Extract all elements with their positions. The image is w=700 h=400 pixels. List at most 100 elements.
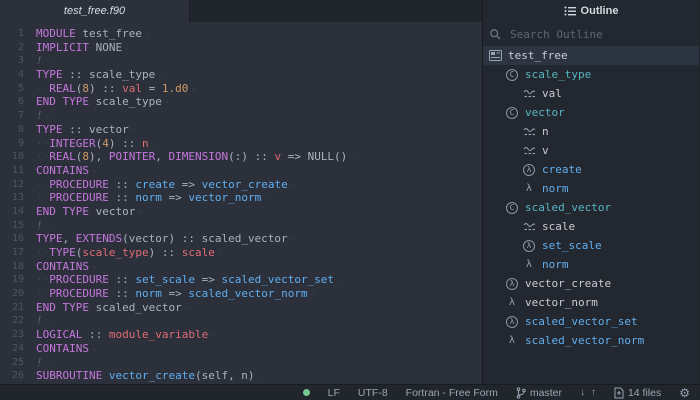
code-text: SUBROUTINE vector_create(self, n)- bbox=[24, 369, 263, 383]
line-number: 24 bbox=[0, 342, 24, 356]
code-text: CONTAINS- bbox=[24, 342, 98, 356]
code-line-4: 4TYPE :: scale_type- bbox=[0, 68, 482, 82]
token-kw: CONTAINS bbox=[36, 260, 89, 273]
line-number: 25 bbox=[0, 356, 24, 370]
token-kw: POINTER bbox=[109, 150, 155, 163]
token-pl bbox=[102, 369, 109, 382]
outline-item-vector_create[interactable]: λvector_create bbox=[483, 274, 699, 293]
code-text: END TYPE scaled_vector- bbox=[24, 301, 190, 315]
git-sync-arrows[interactable]: ↓ ↑ bbox=[580, 387, 596, 398]
outline-item-val[interactable]: val bbox=[483, 84, 699, 103]
code-text: END TYPE scale_type- bbox=[24, 95, 170, 109]
token-inv: - bbox=[91, 260, 98, 273]
token-red: n bbox=[142, 137, 149, 150]
linter-status-dot[interactable] bbox=[303, 389, 310, 396]
token-pl: => NULL() bbox=[281, 150, 347, 163]
code-line-9: 9··INTEGER(4) :: n- bbox=[0, 137, 482, 151]
outline-item-norm[interactable]: λnorm bbox=[483, 179, 699, 198]
token-pl: vector bbox=[89, 205, 135, 218]
token-lead: ·· bbox=[36, 137, 49, 150]
outline-item-label: create bbox=[542, 163, 582, 176]
token-inv: - bbox=[290, 232, 297, 245]
outline-item-create[interactable]: λcreate bbox=[483, 160, 699, 179]
code-text: TYPE :: vector- bbox=[24, 123, 137, 137]
git-branch-icon bbox=[516, 387, 526, 399]
code-text: ··REAL(8), POINTER, DIMENSION(:) :: v =>… bbox=[24, 150, 356, 164]
token-red: module_variable bbox=[109, 328, 208, 341]
outline-item-scaled_vector_set[interactable]: λscaled_vector_set bbox=[483, 312, 699, 331]
token-fn: vector_create bbox=[202, 178, 288, 191]
outline-item-test_free[interactable]: test_free bbox=[483, 46, 699, 65]
token-inv: - bbox=[144, 27, 151, 40]
outline-item-scale_type[interactable]: Cscale_type bbox=[483, 65, 699, 84]
encoding-indicator[interactable]: UTF-8 bbox=[358, 387, 388, 399]
line-number: 10 bbox=[0, 150, 24, 164]
token-inv: - bbox=[217, 246, 224, 259]
token-pl: scaled_vector bbox=[89, 301, 182, 314]
token-pl: (:) :: bbox=[228, 150, 274, 163]
arrow-down-icon: ↓ bbox=[580, 387, 585, 398]
file-count-indicator[interactable]: 14 files bbox=[614, 387, 661, 399]
line-number: 9 bbox=[0, 137, 24, 151]
token-kw: REAL bbox=[49, 82, 76, 95]
code-text: LOGICAL :: module_variable- bbox=[24, 328, 217, 342]
code-line-11: 11CONTAINS- bbox=[0, 164, 482, 178]
code-line-25: 25!- bbox=[0, 356, 482, 370]
outline-item-norm[interactable]: λnorm bbox=[483, 255, 699, 274]
token-lead: ·· bbox=[36, 178, 49, 191]
outline-item-scale[interactable]: scale bbox=[483, 217, 699, 236]
token-kw: LOGICAL bbox=[36, 328, 82, 341]
token-kw: SUBROUTINE bbox=[36, 369, 102, 382]
line-number: 20 bbox=[0, 287, 24, 301]
code-text: !- bbox=[24, 109, 51, 123]
code-line-5: 5··REAL(8) :: val = 1.d0- bbox=[0, 82, 482, 96]
token-fn: norm bbox=[135, 287, 162, 300]
token-pl: , bbox=[63, 232, 76, 245]
token-fn: scaled_vector_norm bbox=[188, 287, 307, 300]
lambda-icon: λ bbox=[522, 183, 536, 194]
line-number: 26 bbox=[0, 369, 24, 383]
code-text: IMPLICIT NONE- bbox=[24, 41, 131, 55]
token-num: 1.d0 bbox=[162, 82, 189, 95]
code-line-20: 20··PROCEDURE :: norm => scaled_vector_n… bbox=[0, 287, 482, 301]
git-branch-indicator[interactable]: master bbox=[516, 387, 562, 399]
code-text: !- bbox=[24, 356, 51, 370]
line-number: 8 bbox=[0, 123, 24, 137]
token-red: val bbox=[122, 82, 142, 95]
search-input[interactable] bbox=[510, 28, 693, 41]
token-fn: create bbox=[135, 178, 175, 191]
outline-item-n[interactable]: n bbox=[483, 122, 699, 141]
token-lead: ·· bbox=[36, 191, 49, 204]
outline-item-set_scale[interactable]: λset_scale bbox=[483, 236, 699, 255]
token-pl: :: bbox=[82, 328, 109, 341]
token-lead: ·· bbox=[36, 246, 49, 259]
outline-item-label: set_scale bbox=[542, 239, 602, 252]
token-inv: - bbox=[263, 191, 270, 204]
outline-item-v[interactable]: v bbox=[483, 141, 699, 160]
code-line-12: 12··PROCEDURE :: create => vector_create… bbox=[0, 178, 482, 192]
token-pl: :: scale_type bbox=[63, 68, 156, 81]
token-inv: - bbox=[137, 205, 144, 218]
outline-item-label: scale_type bbox=[525, 68, 591, 81]
token-fn: scaled_vector_set bbox=[221, 273, 334, 286]
line-number: 14 bbox=[0, 205, 24, 219]
code-text: !- bbox=[24, 219, 51, 233]
outline-item-scaled_vector_norm[interactable]: λscaled_vector_norm bbox=[483, 331, 699, 350]
token-pl: :: bbox=[109, 287, 136, 300]
outline-item-vector_norm[interactable]: λvector_norm bbox=[483, 293, 699, 312]
line-ending-indicator[interactable]: LF bbox=[328, 387, 340, 399]
token-inv: - bbox=[210, 328, 217, 341]
token-kw: TYPE bbox=[36, 232, 63, 245]
line-number: 19 bbox=[0, 273, 24, 287]
line-number: 22 bbox=[0, 314, 24, 328]
token-kw: END TYPE bbox=[36, 95, 89, 108]
lambda-icon: λ bbox=[505, 335, 519, 346]
tab-test-free-f90[interactable]: test_free.f90 bbox=[0, 0, 190, 22]
outline-item-vector[interactable]: Cvector bbox=[483, 103, 699, 122]
outline-item-scaled_vector[interactable]: Cscaled_vector bbox=[483, 198, 699, 217]
language-indicator[interactable]: Fortran - Free Form bbox=[406, 387, 498, 399]
gear-icon[interactable]: ⚙ bbox=[679, 386, 690, 400]
code-editor[interactable]: 1MODULE test_free-2IMPLICIT NONE-3!-4TYP… bbox=[0, 22, 482, 384]
code-line-22: 22!- bbox=[0, 314, 482, 328]
token-pl: ) bbox=[89, 82, 96, 95]
